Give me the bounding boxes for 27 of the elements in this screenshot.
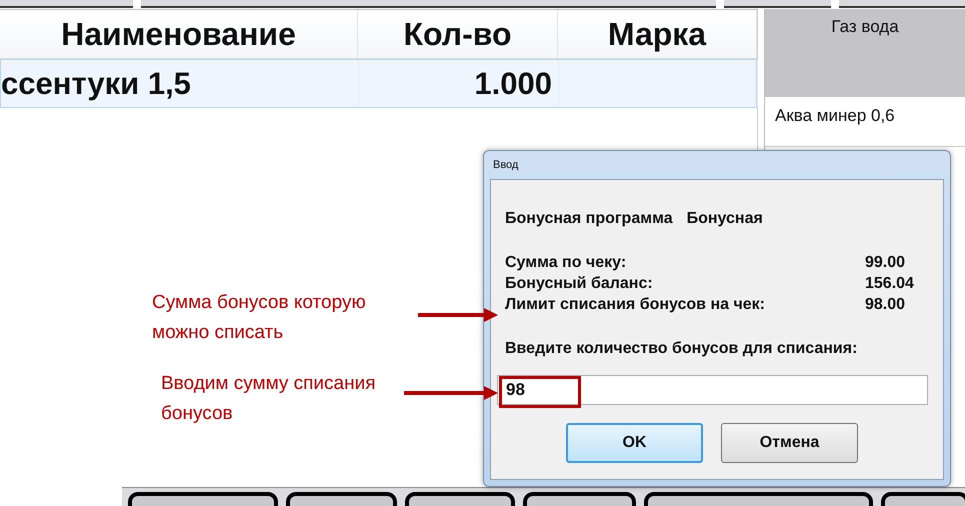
top-tab[interactable] [839, 0, 965, 8]
table-cell: ссентуки 1,5 [1, 66, 191, 102]
annotation-text: Вводим сумму списания бонусов [161, 372, 377, 426]
input-prompt: Введите количество бонусов для списания: [505, 340, 858, 358]
column-header[interactable]: Наименование [0, 10, 358, 58]
column-header[interactable]: Марка [558, 10, 757, 58]
top-tab[interactable] [140, 0, 716, 8]
program-label: Бонусная программа [505, 210, 673, 228]
dialog-button[interactable]: Отмена [721, 423, 858, 463]
program-value: Бонусная [686, 210, 763, 228]
summary-label: Лимит списания бонусов на чек: [505, 295, 766, 314]
column-header[interactable]: Кол-во [358, 10, 558, 58]
category-tile[interactable]: Газ вода [765, 9, 965, 97]
top-tab[interactable] [724, 0, 832, 8]
summary-label: Бонусный баланс: [505, 274, 654, 293]
top-tab[interactable] [0, 0, 133, 8]
summary-value: 99.00 [865, 253, 906, 272]
summary-value: 98.00 [865, 295, 906, 314]
input-field[interactable]: 98 [497, 375, 928, 405]
summary-value: 156.04 [865, 274, 915, 293]
dialog-title: Ввод [492, 158, 520, 173]
table-row[interactable]: ссентуки 1,5 1.000 [0, 59, 757, 108]
table-cell: 1.000 [474, 66, 552, 102]
product-tile[interactable]: Аква минер 0,6 [765, 97, 965, 147]
dialog-button[interactable]: OK [566, 423, 703, 463]
summary-label: Сумма по чеку: [505, 253, 628, 272]
annotation-text: Сумма бонусов которую можно списать [152, 291, 367, 345]
